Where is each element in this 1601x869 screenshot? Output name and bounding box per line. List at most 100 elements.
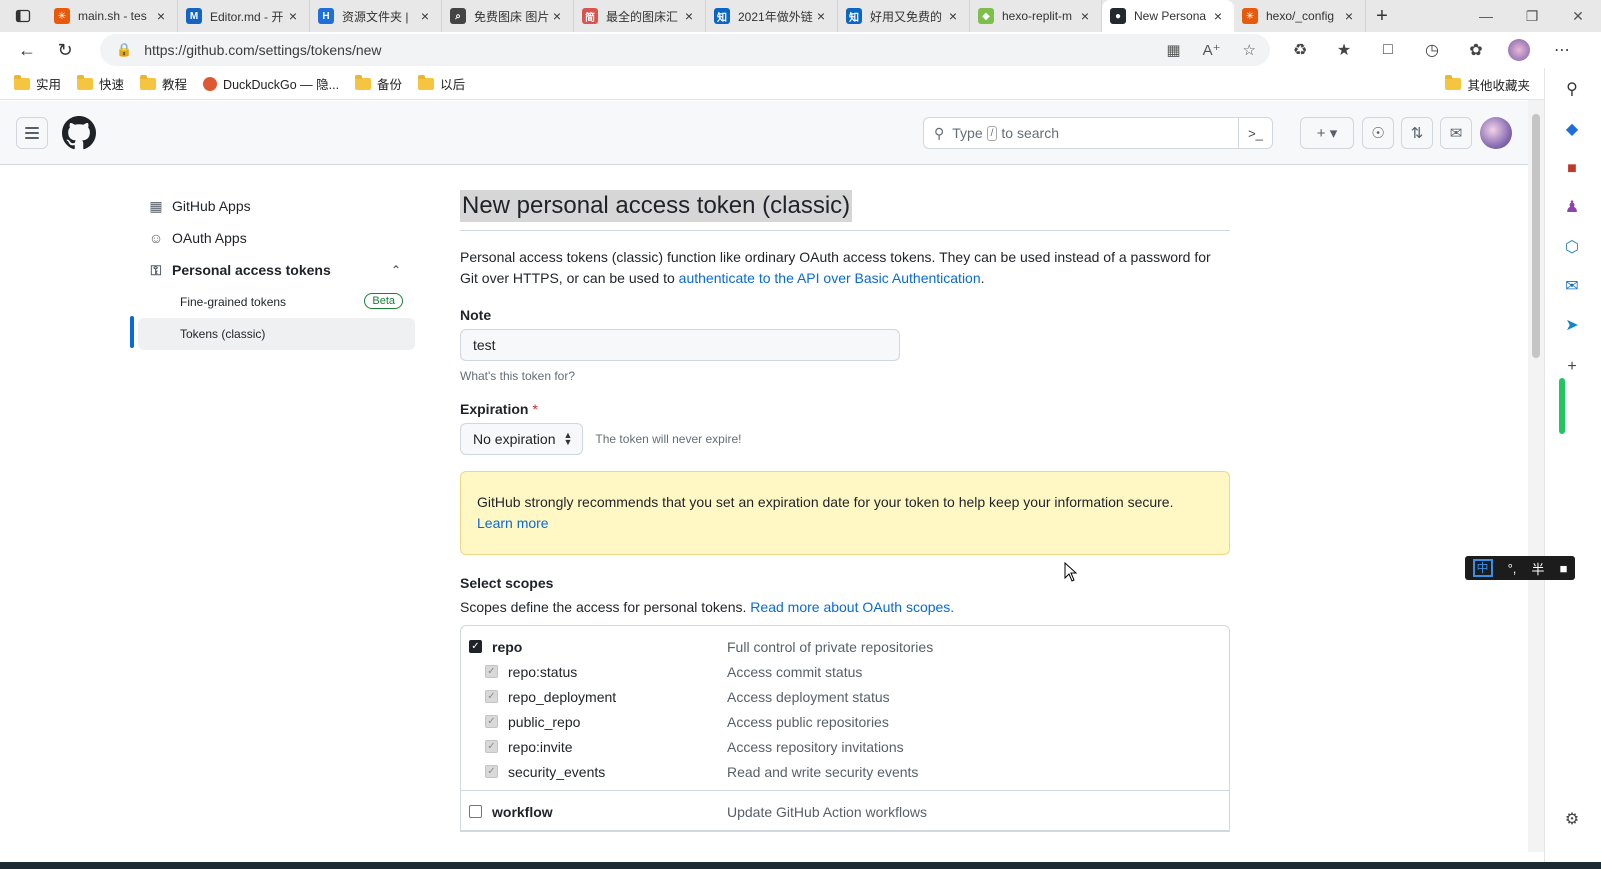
- sub-scope-checkbox[interactable]: ✓: [485, 715, 498, 728]
- browser-tab[interactable]: 简最全的图床汇 ×: [574, 0, 706, 32]
- scope-group: ✓ repo Full control of private repositorie…: [461, 626, 1229, 791]
- tab-favicon-icon: 知: [714, 8, 730, 24]
- scope-description: Full control of private repositories: [727, 638, 934, 655]
- minimize-button[interactable]: —: [1463, 0, 1509, 32]
- sidebar-item-fine-grained-tokens[interactable]: Fine-grained tokens Beta: [138, 286, 415, 318]
- other-favorites[interactable]: 其他收藏夹: [1445, 68, 1530, 100]
- read-aloud-icon[interactable]: A⁺: [1203, 41, 1221, 59]
- browser-tab[interactable]: 知 2021年做外链 ×: [706, 0, 838, 32]
- outlook-icon[interactable]: ✉: [1561, 275, 1583, 297]
- issues-icon[interactable]: ☉: [1362, 117, 1394, 149]
- tab-title: 2021年做外链: [738, 9, 813, 24]
- browser-tab[interactable]: 知好用又免费的 ×: [838, 0, 970, 32]
- performance-icon[interactable]: ✿: [1464, 40, 1488, 60]
- sub-scope-checkbox[interactable]: ✓: [485, 740, 498, 753]
- create-new-button[interactable]: + ▾: [1300, 117, 1354, 149]
- github-search-input[interactable]: ⚲ Type / to search >_: [923, 117, 1273, 149]
- scope-checkbox[interactable]: ✓: [469, 640, 482, 653]
- browser-tab[interactable]: ⌕ 免费图床 图片 ×: [442, 0, 574, 32]
- tab-close-icon[interactable]: ×: [1210, 8, 1226, 24]
- browser-tab[interactable]: ✳ main.sh - tes ×: [46, 0, 178, 32]
- sidebar-item-personal-access-tokens[interactable]: ⚿ Personal access tokens ⌃: [130, 254, 415, 286]
- settings-sidebar: ▦ GitHub Apps ☺ OAuth Apps ⚿ Personal ac…: [130, 190, 415, 350]
- ime-mode-indicator[interactable]: 中: [1472, 559, 1493, 577]
- bookmark-folder[interactable]: 备份: [355, 74, 402, 93]
- tab-close-icon[interactable]: ×: [1077, 8, 1093, 24]
- learn-more-link[interactable]: Learn more: [477, 515, 549, 531]
- key-icon: ⚿: [150, 261, 162, 278]
- app-available-icon[interactable]: ▦: [1166, 41, 1180, 59]
- browser-tab[interactable]: M Editor.md - 开 ×: [178, 0, 310, 32]
- send-icon[interactable]: ➤: [1561, 314, 1583, 336]
- tab-close-icon[interactable]: ×: [549, 8, 565, 24]
- scope-checkbox[interactable]: [469, 805, 482, 818]
- ime-status-bar[interactable]: 中 °, 半 ■: [1465, 556, 1575, 580]
- github-logo-icon[interactable]: [62, 116, 96, 150]
- tab-close-icon[interactable]: ×: [1341, 8, 1357, 24]
- restore-button[interactable]: ❐: [1509, 0, 1555, 32]
- user-avatar[interactable]: [1480, 117, 1512, 149]
- tab-favicon-icon: M: [186, 8, 202, 24]
- tab-favicon-icon: ◆: [978, 8, 994, 24]
- tab-close-icon[interactable]: ×: [153, 8, 169, 24]
- sidebar-item-oauth-apps[interactable]: ☺ OAuth Apps: [130, 222, 415, 254]
- bookmark-duckduckgo[interactable]: DuckDuckGo — 隐...: [203, 74, 339, 93]
- sub-scope-checkbox[interactable]: ✓: [485, 665, 498, 678]
- browser-tab[interactable]: ✳ hexo/_config ×: [1234, 0, 1366, 32]
- bookmark-folder[interactable]: 实用: [14, 74, 61, 93]
- ime-skin-icon[interactable]: ■: [1560, 561, 1568, 576]
- command-palette-icon[interactable]: >_: [1238, 118, 1272, 148]
- inbox-icon[interactable]: ✉: [1440, 117, 1472, 149]
- more-icon[interactable]: ⋯: [1550, 40, 1574, 60]
- chevron-up-icon[interactable]: ⌃: [391, 263, 401, 277]
- tab-title: hexo-replit-m: [1002, 9, 1073, 23]
- sub-scope-checkbox[interactable]: ✓: [485, 765, 498, 778]
- new-tab-button[interactable]: +: [1366, 5, 1398, 28]
- browser-tab[interactable]: H 资源文件夹 | ×: [310, 0, 442, 32]
- bookmark-folder[interactable]: 教程: [140, 74, 187, 93]
- tab-close-icon[interactable]: ×: [945, 8, 961, 24]
- ime-punctuation[interactable]: °,: [1508, 561, 1517, 576]
- green-indicator: [1559, 378, 1565, 434]
- collections-icon[interactable]: □: [1376, 41, 1400, 59]
- refresh-button[interactable]: ↻: [46, 34, 84, 66]
- close-window-button[interactable]: ✕: [1555, 0, 1601, 32]
- games-icon[interactable]: ♟: [1561, 196, 1583, 218]
- favorites-icon[interactable]: ★: [1332, 40, 1356, 60]
- note-input[interactable]: test: [460, 329, 900, 361]
- favorite-star-icon[interactable]: ☆: [1243, 41, 1256, 59]
- tab-close-icon[interactable]: ×: [813, 8, 829, 24]
- scope-row: ✓ repo Full control of private repositorie…: [461, 634, 1229, 659]
- hamburger-menu-button[interactable]: [16, 117, 48, 149]
- pull-requests-icon[interactable]: ⇅: [1401, 117, 1433, 149]
- profile-icon[interactable]: [1508, 39, 1530, 61]
- microsoft-365-icon[interactable]: ⬡: [1561, 236, 1583, 258]
- ime-width[interactable]: 半: [1531, 559, 1544, 578]
- add-sidebar-app-icon[interactable]: +: [1561, 356, 1583, 378]
- search-icon[interactable]: ⚲: [1561, 78, 1583, 100]
- tab-title: 最全的图床汇: [606, 9, 679, 24]
- back-button[interactable]: ←: [8, 34, 46, 66]
- tab-close-icon[interactable]: ×: [681, 8, 697, 24]
- extensions-icon[interactable]: ♻: [1288, 40, 1312, 60]
- oauth-scopes-link[interactable]: Read more about OAuth scopes.: [750, 599, 954, 615]
- tools-icon[interactable]: ■: [1561, 158, 1583, 180]
- bookmark-folder[interactable]: 以后: [418, 74, 465, 93]
- history-icon[interactable]: ◷: [1420, 40, 1444, 60]
- expiration-select[interactable]: No expiration ▲ ▼: [460, 423, 584, 455]
- sidebar-item-tokens-classic[interactable]: Tokens (classic): [138, 318, 415, 350]
- tab-actions-icon[interactable]: [0, 0, 46, 32]
- slash-key-hint: /: [986, 125, 998, 141]
- page-scrollbar-thumb[interactable]: [1532, 114, 1540, 358]
- bookmark-folder[interactable]: 快速: [77, 74, 124, 93]
- browser-tab[interactable]: ● New Persona ×: [1102, 0, 1234, 32]
- shopping-tag-icon[interactable]: ◆: [1561, 118, 1583, 140]
- sub-scope-checkbox[interactable]: ✓: [485, 690, 498, 703]
- browser-tab[interactable]: ◆ hexo-replit-m ×: [970, 0, 1102, 32]
- settings-gear-icon[interactable]: ⚙: [1561, 808, 1583, 830]
- sidebar-item-github-apps[interactable]: ▦ GitHub Apps: [130, 190, 415, 222]
- basic-auth-link[interactable]: authenticate to the API over Basic Authe…: [679, 270, 981, 286]
- tab-close-icon[interactable]: ×: [285, 8, 301, 24]
- tab-close-icon[interactable]: ×: [417, 8, 433, 24]
- url-bar[interactable]: 🔒 https://github.com/settings/tokens/new…: [100, 34, 1270, 66]
